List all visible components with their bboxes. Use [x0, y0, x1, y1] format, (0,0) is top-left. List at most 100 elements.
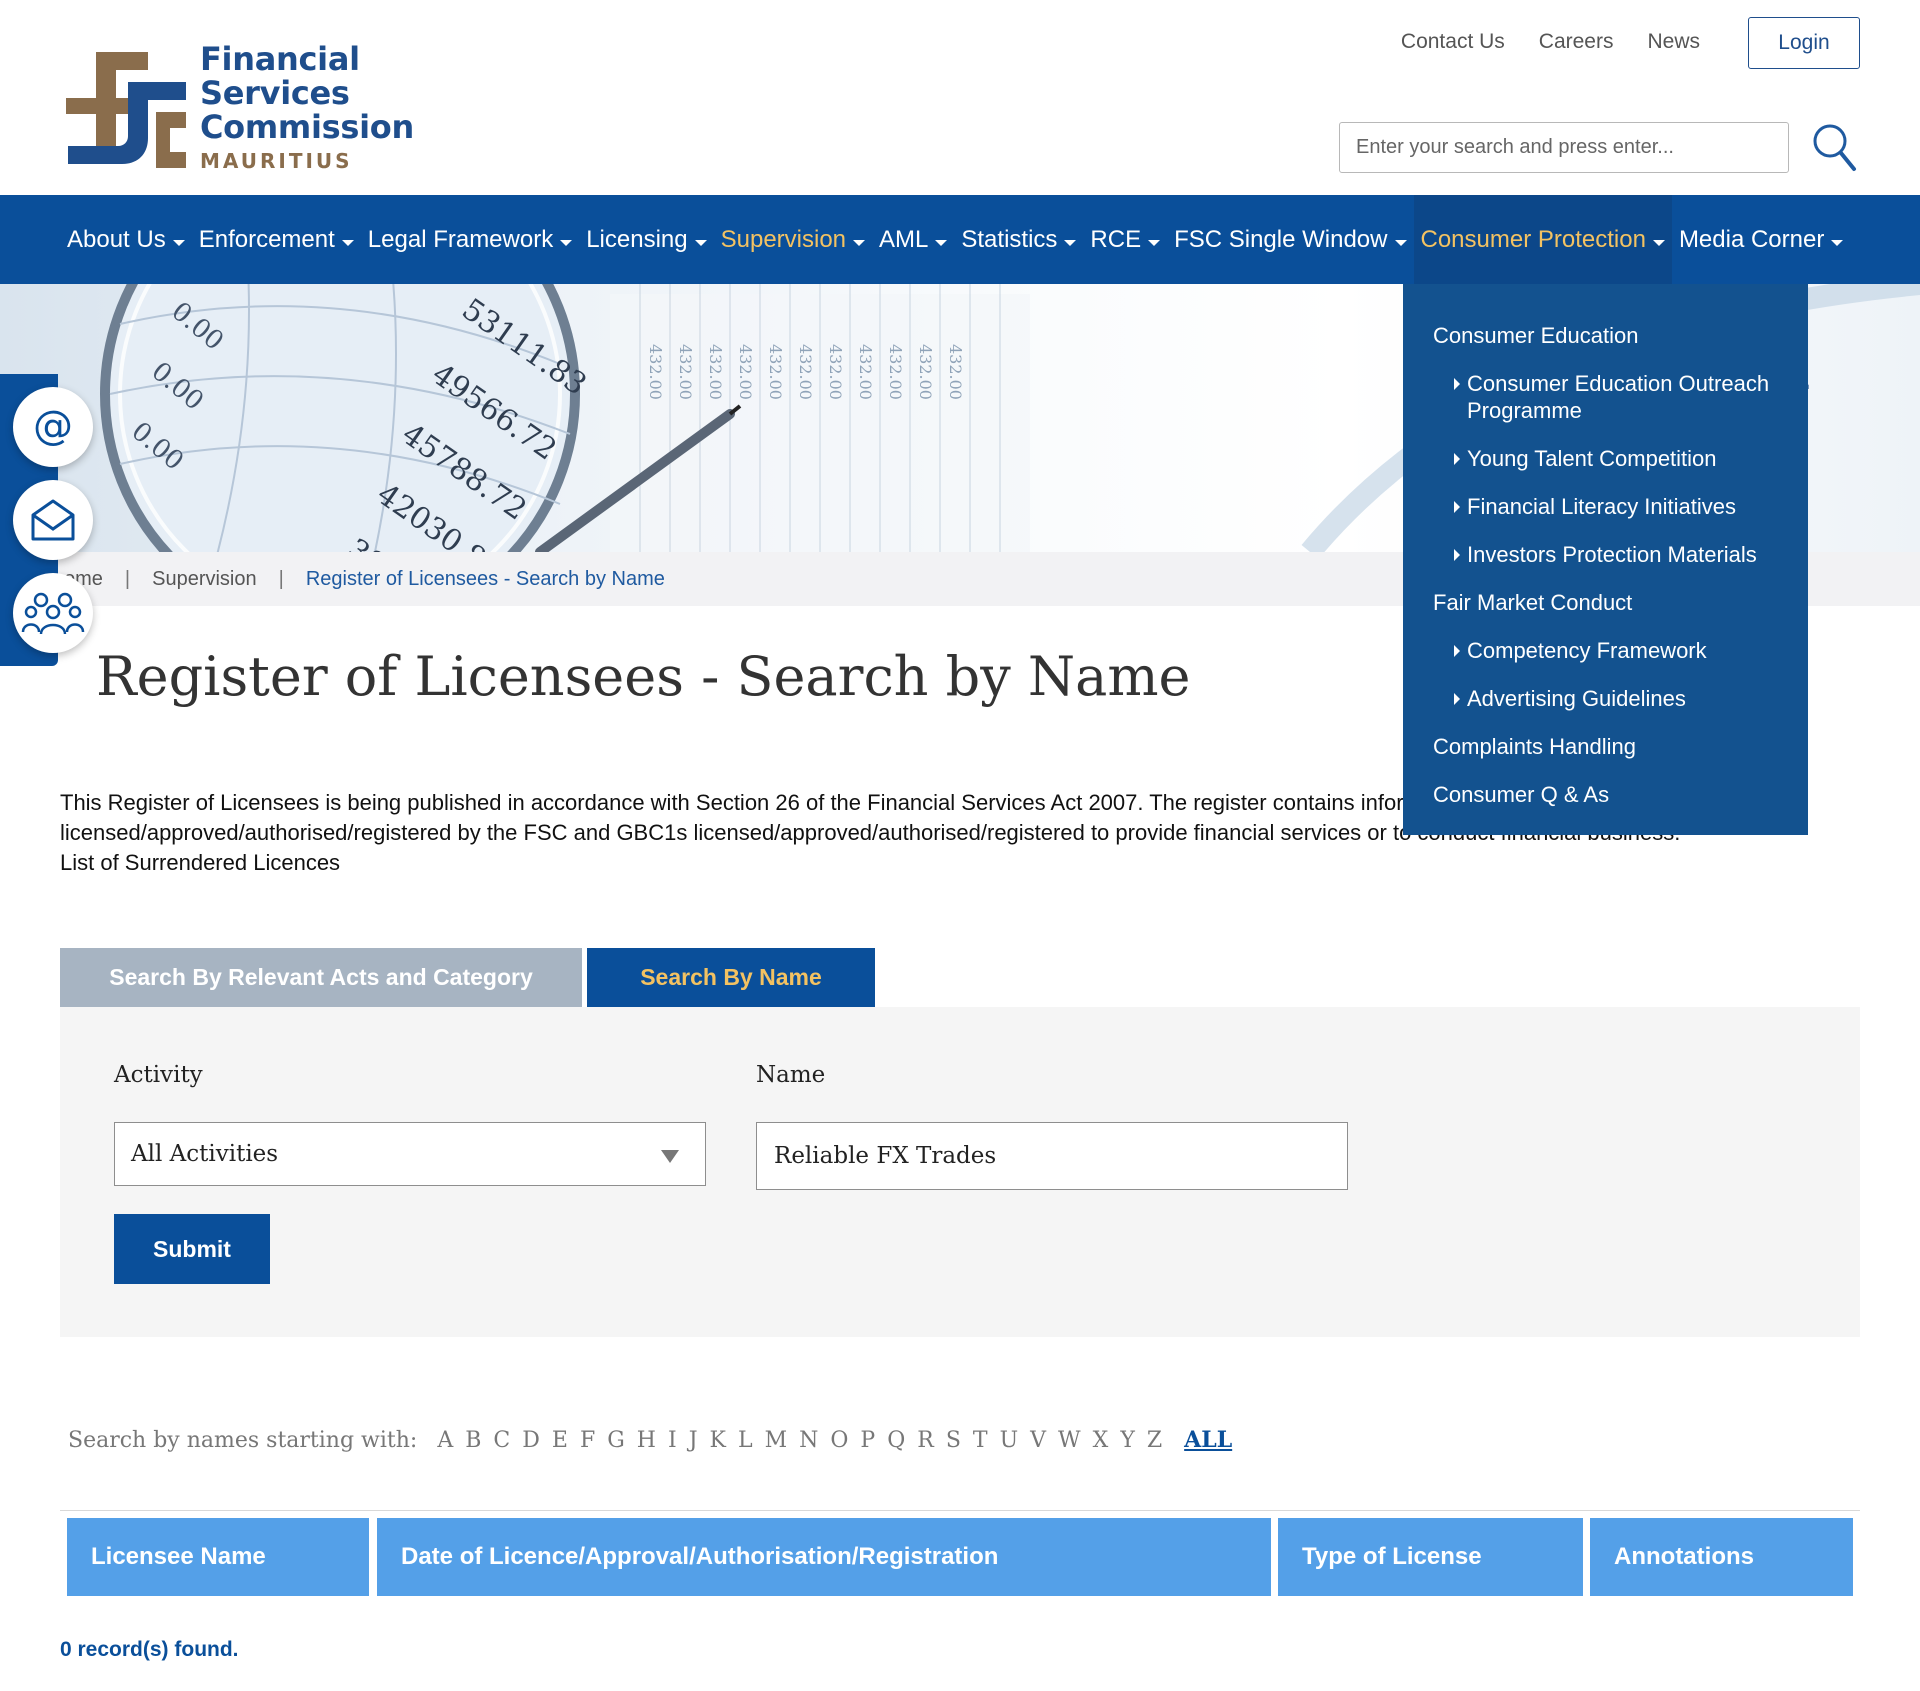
column-header-annotations[interactable]: Annotations: [1590, 1518, 1853, 1596]
column-header-type[interactable]: Type of License: [1278, 1518, 1583, 1596]
nav-item-fsc-single-window[interactable]: FSC Single Window: [1167, 195, 1413, 284]
dropdown-item[interactable]: Financial Literacy Initiatives: [1403, 493, 1808, 520]
logo-subtitle: MAURITIUS: [200, 149, 353, 173]
nav-item-label: Licensing: [586, 225, 688, 253]
surrendered-licences-link[interactable]: List of Surrendered Licences: [60, 850, 340, 875]
dropdown-item[interactable]: Young Talent Competition: [1403, 445, 1808, 472]
nav-item-legal-framework[interactable]: Legal Framework: [361, 195, 579, 284]
nav-item-label: AML: [879, 225, 929, 253]
nav-item-label: FSC Single Window: [1174, 225, 1388, 253]
breadcrumb-separator: |: [124, 567, 131, 590]
caret-down-icon: [560, 239, 573, 246]
column-header-licensee-name[interactable]: Licensee Name: [67, 1518, 369, 1596]
site-header: Financial Services Commission MAURITIUS …: [0, 0, 1920, 195]
nav-item-statistics[interactable]: Statistics: [954, 195, 1083, 284]
breadcrumb-current: Register of Licensees - Search by Name: [305, 567, 665, 590]
nav-item-about-us[interactable]: About Us: [60, 195, 192, 284]
newsletter-icon-button[interactable]: [13, 480, 93, 560]
alphabet-letter[interactable]: F: [580, 1428, 595, 1453]
alphabet-letter[interactable]: M: [765, 1428, 788, 1453]
alphabet-letter[interactable]: U: [1000, 1428, 1019, 1453]
main-nav: About Us Enforcement Legal Framework Lic…: [0, 195, 1920, 284]
alphabet-all-link[interactable]: ALL: [1184, 1427, 1232, 1453]
nav-item-media-corner[interactable]: Media Corner: [1672, 195, 1850, 284]
submit-button[interactable]: Submit: [114, 1214, 270, 1284]
nav-item-label: Enforcement: [198, 225, 335, 253]
site-search-input[interactable]: [1339, 122, 1789, 173]
svg-text:432.00: 432.00: [796, 344, 815, 400]
email-icon-button[interactable]: @: [13, 387, 93, 467]
alphabet-letter[interactable]: R: [917, 1428, 934, 1453]
news-link[interactable]: News: [1647, 30, 1700, 54]
dropdown-item[interactable]: Consumer Education: [1403, 322, 1808, 349]
dropdown-item[interactable]: Competency Framework: [1403, 637, 1808, 664]
svg-text:432.00: 432.00: [946, 344, 965, 400]
alphabet-letter[interactable]: L: [738, 1428, 753, 1453]
nav-item-rce[interactable]: RCE: [1083, 195, 1167, 284]
alphabet-letter[interactable]: D: [522, 1428, 540, 1453]
alphabet-letter[interactable]: K: [710, 1428, 726, 1453]
svg-text:432.00: 432.00: [646, 344, 665, 400]
community-icon-button[interactable]: [13, 573, 93, 653]
alphabet-letter[interactable]: W: [1058, 1428, 1081, 1453]
nav-item-aml[interactable]: AML: [872, 195, 954, 284]
alphabet-letter[interactable]: X: [1093, 1428, 1109, 1453]
breadcrumb-supervision[interactable]: Supervision: [152, 568, 257, 591]
search-icon[interactable]: [1810, 120, 1860, 175]
caret-down-icon: [1148, 239, 1161, 246]
alphabet-letter[interactable]: V: [1030, 1428, 1046, 1453]
alphabet-letter[interactable]: T: [973, 1428, 988, 1453]
nav-item-enforcement[interactable]: Enforcement: [192, 195, 361, 284]
caret-down-icon: [1652, 239, 1665, 246]
nav-item-licensing[interactable]: Licensing: [579, 195, 713, 284]
tab-search-by-name[interactable]: Search By Name: [587, 948, 875, 1007]
nav-item-label: Media Corner: [1678, 225, 1825, 253]
main-nav-items: About Us Enforcement Legal Framework Lic…: [60, 195, 1850, 284]
dropdown-item[interactable]: Consumer Q & As: [1403, 781, 1808, 808]
caret-down-icon: [1064, 239, 1077, 246]
dropdown-item[interactable]: Advertising Guidelines: [1403, 685, 1808, 712]
fsc-logo[interactable]: Financial Services Commission MAURITIUS: [66, 42, 426, 177]
svg-text:432.00: 432.00: [706, 344, 725, 400]
alphabet-letter[interactable]: C: [493, 1428, 510, 1453]
alphabet-letter[interactable]: Z: [1147, 1428, 1162, 1453]
dropdown-item[interactable]: Fair Market Conduct: [1403, 589, 1808, 616]
chevron-down-icon: [661, 1150, 679, 1163]
at-sign-icon: @: [33, 403, 73, 449]
alphabet-letter[interactable]: P: [860, 1428, 875, 1453]
nav-item-label: RCE: [1090, 225, 1142, 253]
caret-down-icon: [853, 239, 866, 246]
activity-label: Activity: [114, 1062, 203, 1088]
dropdown-item[interactable]: Investors Protection Materials: [1403, 541, 1808, 568]
alphabet-letter[interactable]: Q: [887, 1428, 905, 1453]
people-group-icon: [21, 592, 85, 635]
alphabet-letter[interactable]: G: [607, 1428, 625, 1453]
activity-select[interactable]: All Activities: [114, 1122, 706, 1186]
tab-search-by-acts[interactable]: Search By Relevant Acts and Category: [60, 948, 582, 1007]
alphabet-letter[interactable]: A: [437, 1428, 453, 1453]
alphabet-letter[interactable]: E: [552, 1428, 568, 1453]
caret-down-icon: [935, 239, 948, 246]
name-input[interactable]: [756, 1122, 1348, 1190]
activity-select-value: All Activities: [131, 1141, 279, 1167]
dropdown-item[interactable]: Complaints Handling: [1403, 733, 1808, 760]
alphabet-filter: Search by names starting with: ABCDEFGHI…: [68, 1427, 1232, 1453]
careers-link[interactable]: Careers: [1539, 30, 1614, 54]
nav-item-consumer-protection[interactable]: Consumer Protection: [1413, 195, 1672, 284]
envelope-icon: [31, 499, 75, 541]
alphabet-letter[interactable]: S: [946, 1428, 961, 1453]
consumer-protection-dropdown: Consumer Education Consumer Education Out…: [1403, 284, 1808, 835]
nav-item-supervision[interactable]: Supervision: [714, 195, 872, 284]
alphabet-letter[interactable]: N: [799, 1428, 818, 1453]
alphabet-letter[interactable]: B: [465, 1428, 481, 1453]
column-header-date[interactable]: Date of Licence/Approval/Authorisation/R…: [377, 1518, 1271, 1596]
alphabet-letter[interactable]: J: [689, 1428, 698, 1453]
alphabet-letter[interactable]: H: [637, 1428, 656, 1453]
dropdown-item[interactable]: Consumer Education Outreach Programme: [1403, 370, 1808, 424]
login-button[interactable]: Login: [1748, 17, 1860, 69]
contact-us-link[interactable]: Contact Us: [1401, 30, 1505, 54]
alphabet-letter[interactable]: O: [830, 1428, 848, 1453]
alphabet-letter[interactable]: Y: [1120, 1428, 1135, 1453]
svg-text:432.00: 432.00: [766, 344, 785, 400]
alphabet-letter[interactable]: I: [668, 1428, 677, 1453]
